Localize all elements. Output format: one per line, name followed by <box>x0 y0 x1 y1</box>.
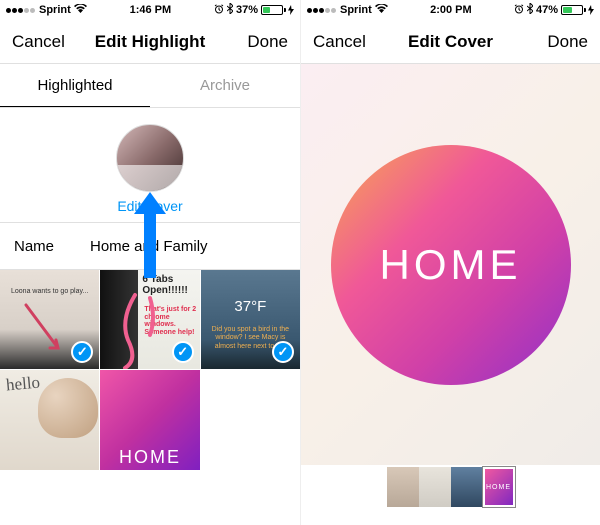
alarm-icon <box>214 4 224 17</box>
cover-option-3[interactable] <box>451 467 483 507</box>
nav-title: Edit Cover <box>408 32 493 52</box>
cover-crop-canvas[interactable]: HOME <box>301 64 600 465</box>
battery-icon <box>561 5 594 15</box>
tab-bar: Highlighted Archive <box>0 64 300 108</box>
face-graphic <box>38 378 98 438</box>
story-caption: hello <box>5 373 41 396</box>
story-thumb-5[interactable]: HOME <box>100 370 199 469</box>
cancel-button[interactable]: Cancel <box>313 32 373 52</box>
battery-pct: 47% <box>536 4 558 16</box>
temperature-label: 37°F <box>201 298 300 315</box>
story-thumb-4[interactable]: hello <box>0 370 99 469</box>
cover-option-1[interactable] <box>387 467 419 507</box>
cover-circle-preview: HOME <box>331 145 571 385</box>
cover-option-2[interactable] <box>419 467 451 507</box>
done-button[interactable]: Done <box>228 32 288 52</box>
status-bar: Sprint 2:00 PM 47% <box>301 0 600 20</box>
cover-option-selected[interactable]: HOME <box>483 467 515 507</box>
right-screenshot: Sprint 2:00 PM 47% Cancel Edit Cover Don… <box>300 0 600 525</box>
selected-check-icon: ✓ <box>172 341 194 363</box>
story-thumb-1[interactable]: Loona wants to go play... ✓ <box>0 270 99 369</box>
name-label: Name <box>0 238 90 255</box>
drawn-stroke-icon <box>110 290 180 369</box>
left-screenshot: Sprint 1:46 PM 37% Cancel Edit Highlight… <box>0 0 300 525</box>
story-thumb-empty <box>201 370 300 469</box>
nav-bar: Cancel Edit Highlight Done <box>0 20 300 64</box>
battery-icon <box>261 5 294 15</box>
carrier-label: Sprint <box>340 4 372 16</box>
story-caption: HOME <box>119 447 181 468</box>
story-grid: Loona wants to go play... ✓ 6 Tabs Open!… <box>0 270 300 470</box>
nav-bar: Cancel Edit Cover Done <box>301 20 600 64</box>
story-thumb-3[interactable]: 37°F Did you spot a bird in the window? … <box>201 270 300 369</box>
cancel-button[interactable]: Cancel <box>12 32 72 52</box>
name-input[interactable] <box>90 238 300 255</box>
tab-archive[interactable]: Archive <box>150 64 300 107</box>
cover-thumbnail[interactable] <box>116 124 184 192</box>
battery-pct: 37% <box>236 4 258 16</box>
selected-check-icon: ✓ <box>272 341 294 363</box>
tab-highlighted[interactable]: Highlighted <box>0 64 150 107</box>
clock: 2:00 PM <box>430 4 472 16</box>
alarm-icon <box>514 4 524 17</box>
signal-dots-icon <box>307 4 337 16</box>
bluetooth-icon <box>527 3 533 17</box>
clock: 1:46 PM <box>130 4 172 16</box>
wifi-icon <box>375 4 388 17</box>
selected-check-icon: ✓ <box>71 341 93 363</box>
annotation-arrow-icon <box>134 192 166 277</box>
nav-title: Edit Highlight <box>95 32 205 52</box>
cover-text: HOME <box>380 241 522 289</box>
drawn-stroke-icon <box>18 300 68 360</box>
carrier-label: Sprint <box>39 4 71 16</box>
wifi-icon <box>74 4 87 17</box>
status-bar: Sprint 1:46 PM 37% <box>0 0 300 20</box>
signal-dots-icon <box>6 4 36 16</box>
story-thumb-2[interactable]: 6 Tabs Open!!!!!! That's just for 2 chro… <box>100 270 199 369</box>
bluetooth-icon <box>227 3 233 17</box>
cover-thumb-strip: HOME <box>301 467 600 507</box>
story-caption: Loona wants to go play... <box>0 288 99 295</box>
done-button[interactable]: Done <box>528 32 588 52</box>
